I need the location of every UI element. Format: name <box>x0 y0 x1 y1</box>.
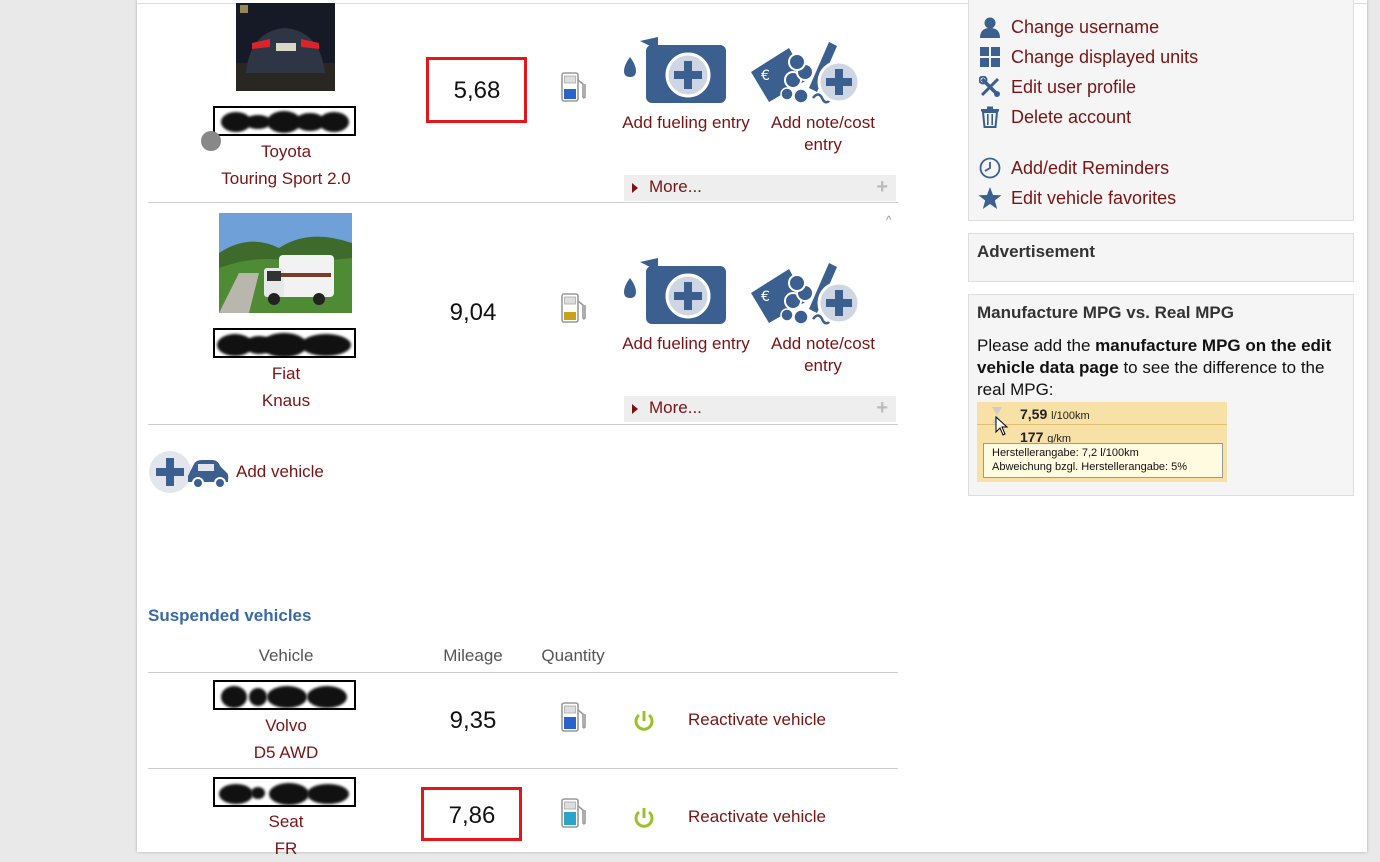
more-menu-bar[interactable]: More... + <box>624 175 896 201</box>
menu-item-label[interactable]: Change username <box>1011 17 1159 38</box>
more-link[interactable]: More... <box>649 177 702 197</box>
page-content: Toyota Touring Sport 2.0 5,68 Add fuelin… <box>137 0 1367 858</box>
trash-icon <box>977 105 1003 129</box>
fuel-pump-icon <box>561 798 586 828</box>
column-header-vehicle: Vehicle <box>258 646 314 665</box>
vehicle-model-link[interactable]: FR <box>186 835 386 862</box>
add-note-cost-icon[interactable]: € <box>749 36 861 112</box>
reactivate-vehicle-link[interactable]: Reactivate vehicle <box>688 807 826 827</box>
account-menu-box: Change username Change displayed units E… <box>968 0 1354 221</box>
fuel-pump-icon <box>561 293 586 323</box>
vehicle-model-link[interactable]: Knaus <box>186 387 386 414</box>
table-row: Seat FR 7,86 Reactivate vehicle <box>148 770 898 858</box>
star-icon <box>977 186 1003 210</box>
row-divider <box>148 768 898 769</box>
more-menu-bar[interactable]: More... + <box>624 396 896 422</box>
user-icon <box>977 15 1003 39</box>
license-plate-redacted <box>213 106 356 136</box>
add-note-cost-link[interactable]: Add note/cost entry <box>758 112 888 156</box>
grid-icon <box>977 45 1003 69</box>
vehicle-photo[interactable] <box>236 3 335 91</box>
tooltip: Herstellerangabe: 7,2 l/100km Abweichung… <box>983 443 1223 478</box>
plus-icon[interactable]: + <box>876 397 888 420</box>
add-note-cost-link[interactable]: Add note/cost entry <box>758 333 888 377</box>
menu-item-label[interactable]: Edit user profile <box>1011 77 1136 98</box>
vehicle-model-link[interactable]: D5 AWD <box>186 739 386 766</box>
menu-item-vehicle-favorites[interactable]: Edit vehicle favorites <box>977 186 1176 210</box>
license-plate-redacted <box>213 777 356 807</box>
mileage-value: 7,86 <box>448 802 496 829</box>
menu-item-delete-account[interactable]: Delete account <box>977 105 1131 129</box>
vehicle-make-link[interactable]: Toyota <box>186 138 386 165</box>
menu-item-label[interactable]: Add/edit Reminders <box>1011 158 1169 179</box>
menu-item-reminders[interactable]: Add/edit Reminders <box>977 156 1169 180</box>
fuel-pump-icon <box>561 72 586 102</box>
expand-triangle-icon <box>632 183 638 193</box>
add-fueling-link[interactable]: Add fueling entry <box>621 112 751 134</box>
mpg-sample-image: 7,59 l/100km 177 g/km Herstellerangabe: … <box>977 402 1227 482</box>
column-header-quantity: Quantity <box>541 646 605 665</box>
add-fueling-icon[interactable] <box>622 35 728 107</box>
text-fragment: Please add the <box>977 336 1096 355</box>
mpg-box-title: Manufacture MPG vs. Real MPG <box>977 303 1234 322</box>
reactivate-vehicle-link[interactable]: Reactivate vehicle <box>688 710 826 730</box>
vehicle-row: Toyota Touring Sport 2.0 5,68 Add fuelin… <box>148 0 898 203</box>
mpg-box-text: Please add the manufacture MPG on the ed… <box>977 335 1342 401</box>
mileage-value: 9,04 <box>449 299 497 326</box>
add-fueling-icon[interactable] <box>622 256 728 328</box>
add-vehicle-icon[interactable] <box>148 450 230 496</box>
advertisement-box: Advertisement <box>968 233 1354 282</box>
more-link[interactable]: More... <box>649 398 702 418</box>
menu-item-change-units[interactable]: Change displayed units <box>977 45 1198 69</box>
tooltip-line: Herstellerangabe: 7,2 l/100km <box>992 447 1139 459</box>
suspended-vehicles-heading: Suspended vehicles <box>148 606 312 625</box>
vehicle-make-link[interactable]: Volvo <box>186 712 386 739</box>
power-icon[interactable] <box>633 710 655 732</box>
fuel-pump-icon <box>561 702 586 732</box>
mileage-value: 9,35 <box>449 707 497 734</box>
add-fueling-link[interactable]: Add fueling entry <box>621 333 751 355</box>
license-plate-redacted <box>213 680 356 710</box>
plus-icon[interactable]: + <box>876 176 888 199</box>
sample-value: 7,59 <box>1020 406 1048 422</box>
vehicle-row: ^ Fiat Knaus 9,04 Add fueling entry € Ad… <box>148 203 898 425</box>
column-header-mileage: Mileage <box>443 646 503 665</box>
tooltip-line: Abweichung bzgl. Herstellerangabe: 5% <box>992 461 1188 473</box>
expand-triangle-icon <box>632 404 638 414</box>
menu-item-edit-profile[interactable]: Edit user profile <box>977 75 1136 99</box>
row-divider <box>148 424 898 425</box>
vehicle-model-link[interactable]: Touring Sport 2.0 <box>186 165 386 192</box>
power-icon[interactable] <box>633 807 655 829</box>
vehicle-make-link[interactable]: Fiat <box>186 360 386 387</box>
svg-text:€: € <box>761 68 770 84</box>
vehicle-make-link[interactable]: Seat <box>186 808 386 835</box>
sample-unit: l/100km <box>1051 410 1090 422</box>
advertisement-title: Advertisement <box>977 242 1096 261</box>
table-row: Volvo D5 AWD 9,35 Reactivate vehicle <box>148 673 898 769</box>
mpg-comparison-box: Manufacture MPG vs. Real MPG Please add … <box>968 294 1354 496</box>
license-plate-redacted <box>213 328 356 358</box>
svg-text:€: € <box>761 289 770 305</box>
menu-item-label[interactable]: Change displayed units <box>1011 47 1198 68</box>
menu-item-label[interactable]: Edit vehicle favorites <box>1011 188 1176 209</box>
menu-item-change-username[interactable]: Change username <box>977 15 1159 39</box>
add-vehicle-link[interactable]: Add vehicle <box>236 462 324 482</box>
add-note-cost-icon[interactable]: € <box>749 257 861 333</box>
mouse-cursor-icon <box>995 416 1009 436</box>
mileage-value: 5,68 <box>453 77 501 104</box>
vehicle-photo[interactable] <box>219 213 352 313</box>
clock-icon <box>977 156 1003 180</box>
tools-icon <box>977 75 1003 99</box>
menu-item-label[interactable]: Delete account <box>1011 107 1131 128</box>
collapse-caret-icon[interactable]: ^ <box>886 213 892 227</box>
